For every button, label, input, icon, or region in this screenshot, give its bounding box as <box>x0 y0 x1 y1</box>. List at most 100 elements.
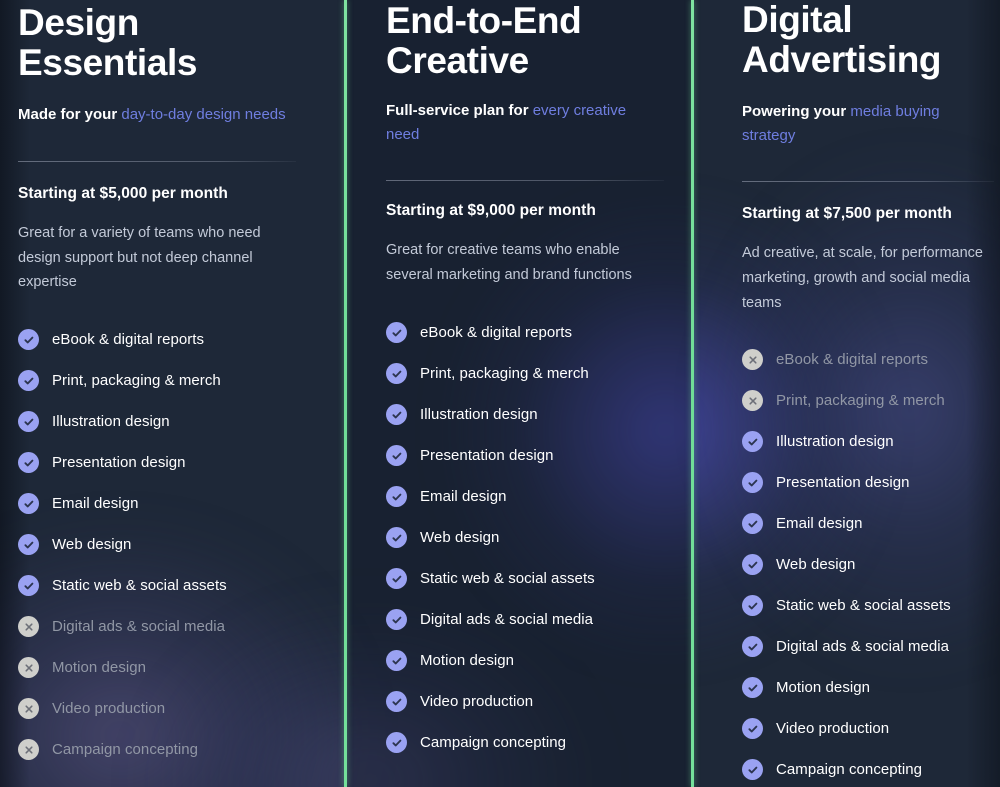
column-divider-green-right <box>691 0 694 787</box>
check-circle-icon <box>386 322 407 344</box>
feature-label: eBook & digital reports <box>420 324 573 342</box>
feature-row: Digital ads & social media <box>18 606 314 647</box>
feature-row: Digital ads & social media <box>386 599 668 640</box>
check-circle-icon <box>18 329 39 351</box>
plan-feature-list: eBook & digital reports Print, packaging … <box>742 339 988 787</box>
feature-row: Presentation design <box>18 442 314 483</box>
check-circle-icon <box>386 527 407 549</box>
plan-title: Digital Advertising <box>742 0 942 80</box>
check-circle-icon <box>742 636 763 658</box>
check-circle-icon <box>386 568 407 590</box>
feature-label: Static web & social assets <box>776 597 951 615</box>
check-circle-icon <box>386 486 407 508</box>
plan-card-end-to-end-creative[interactable]: End-to-End Creative Full-service plan fo… <box>344 0 694 787</box>
plan-divider <box>742 181 994 183</box>
check-circle-icon <box>742 472 763 494</box>
check-circle-icon <box>386 404 407 426</box>
plan-description: Ad creative, at scale, for performance m… <box>742 245 983 312</box>
feature-label: Presentation design <box>420 447 554 465</box>
check-circle-icon <box>386 363 407 385</box>
feature-row: Motion design <box>386 640 668 681</box>
feature-row: eBook & digital reports <box>386 312 668 353</box>
plan-divider <box>18 160 296 162</box>
feature-row: Email design <box>18 483 314 524</box>
feature-label: Campaign concepting <box>52 741 199 759</box>
cross-circle-icon <box>18 616 39 638</box>
feature-label: Print, packaging & merch <box>420 365 589 383</box>
check-circle-icon <box>18 452 39 474</box>
check-circle-icon <box>386 445 407 467</box>
feature-label: Presentation design <box>776 474 910 492</box>
feature-row: Print, packaging & merch <box>742 380 988 421</box>
feature-label: Digital ads & social media <box>776 638 950 656</box>
plan-tagline: Made for your day-to-day design needs <box>18 103 296 127</box>
feature-label: eBook & digital reports <box>776 351 929 369</box>
feature-row: Illustration design <box>742 421 988 462</box>
plan-tagline-prefix: Powering your <box>742 102 851 120</box>
feature-row: Web design <box>386 517 668 558</box>
plan-title: Design Essentials <box>18 2 198 83</box>
plan-card-design-essentials[interactable]: Design Essentials Made for your day-to-d… <box>0 0 344 787</box>
feature-label: Web design <box>776 556 856 574</box>
feature-row: Presentation design <box>742 462 988 503</box>
check-circle-icon <box>742 431 763 453</box>
plan-tagline-prefix: Made for your <box>18 105 122 123</box>
check-circle-icon <box>18 370 39 392</box>
feature-row: Web design <box>742 544 988 585</box>
check-circle-icon <box>386 609 407 631</box>
feature-label: Static web & social assets <box>52 577 227 595</box>
column-divider-green-left <box>344 0 347 787</box>
check-circle-icon <box>742 554 763 576</box>
feature-label: Illustration design <box>420 406 538 424</box>
plan-feature-list: eBook & digital reports Print, packaging … <box>18 319 314 770</box>
check-circle-icon <box>742 513 763 535</box>
check-circle-icon <box>386 732 407 754</box>
feature-label: Illustration design <box>776 433 894 451</box>
feature-row: eBook & digital reports <box>18 319 314 360</box>
plan-price: Starting at $9,000 per month <box>386 202 596 220</box>
feature-row: Presentation design <box>386 435 668 476</box>
plan-feature-list: eBook & digital reports Print, packaging … <box>386 312 668 763</box>
feature-row: eBook & digital reports <box>742 339 988 380</box>
check-circle-icon <box>742 677 763 699</box>
plan-tagline: Powering your media buying strategy <box>742 100 988 147</box>
plan-tagline-prefix: Full-service plan for <box>386 101 533 119</box>
feature-label: Motion design <box>776 679 871 697</box>
feature-label: Email design <box>420 488 507 506</box>
plan-divider <box>386 180 664 182</box>
plan-price: Starting at $7,500 per month <box>742 205 952 223</box>
feature-row: Static web & social assets <box>18 565 314 606</box>
feature-row: Digital ads & social media <box>742 626 988 667</box>
plan-card-digital-advertising[interactable]: Digital Advertising Powering your media … <box>694 0 1000 787</box>
feature-label: eBook & digital reports <box>52 331 205 349</box>
plan-price: Starting at $5,000 per month <box>18 184 228 202</box>
check-circle-icon <box>386 691 407 713</box>
feature-row: Motion design <box>742 667 988 708</box>
check-circle-icon <box>386 650 407 672</box>
feature-row: Motion design <box>18 647 314 688</box>
check-circle-icon <box>742 759 763 781</box>
feature-row: Campaign concepting <box>742 749 988 787</box>
check-circle-icon <box>18 534 39 556</box>
feature-label: Email design <box>52 495 139 513</box>
feature-row: Video production <box>386 681 668 722</box>
feature-row: Static web & social assets <box>742 585 988 626</box>
feature-label: Static web & social assets <box>420 570 595 588</box>
check-circle-icon <box>742 595 763 617</box>
check-circle-icon <box>742 718 763 740</box>
feature-label: Web design <box>420 529 500 547</box>
cross-circle-icon <box>18 739 39 761</box>
cross-circle-icon <box>742 349 763 371</box>
plan-tagline: Full-service plan for every creative nee… <box>386 99 654 146</box>
cross-circle-icon <box>742 390 763 412</box>
feature-label: Digital ads & social media <box>52 618 226 636</box>
cross-circle-icon <box>18 698 39 720</box>
feature-row: Email design <box>386 476 668 517</box>
check-circle-icon <box>18 493 39 515</box>
feature-row: Campaign concepting <box>18 729 314 770</box>
feature-label: Email design <box>776 515 863 533</box>
feature-label: Print, packaging & merch <box>52 372 221 390</box>
check-circle-icon <box>18 575 39 597</box>
feature-label: Motion design <box>420 652 515 670</box>
feature-row: Video production <box>742 708 988 749</box>
